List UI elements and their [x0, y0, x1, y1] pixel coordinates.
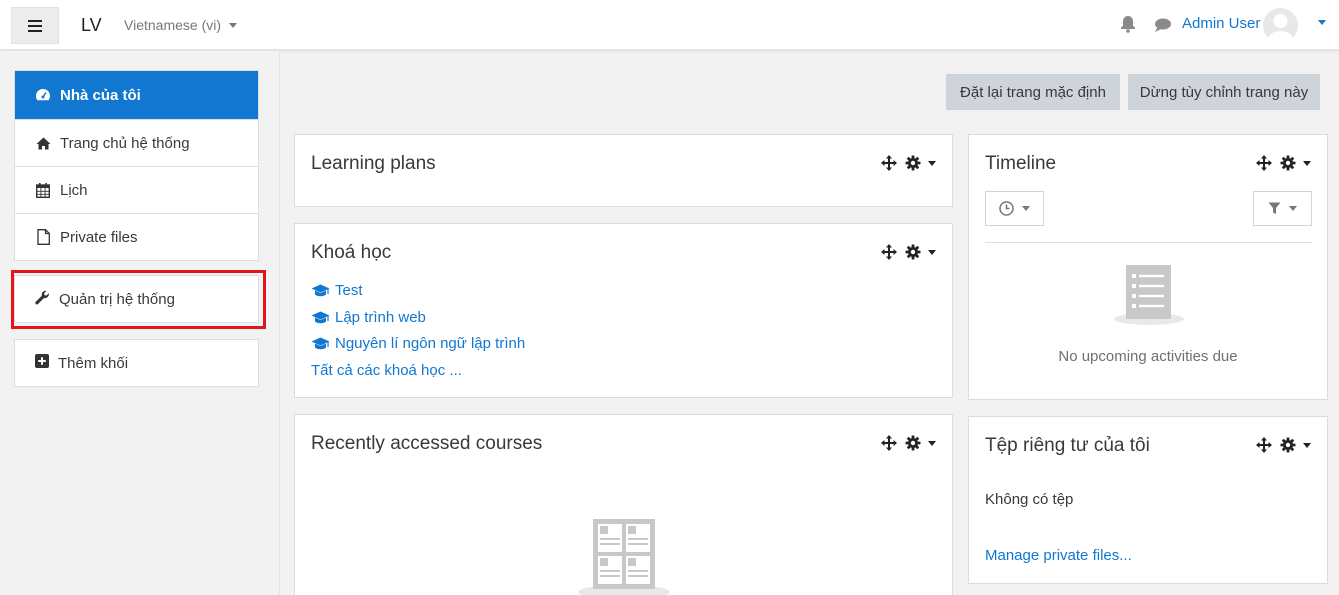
no-files-message: Không có tệp: [985, 491, 1074, 508]
divider: [985, 242, 1312, 243]
move-arrows-icon[interactable]: [881, 435, 897, 451]
block-actions-menu[interactable]: [1280, 437, 1311, 453]
nav-item-dashboard[interactable]: Nhà của tôi: [15, 71, 258, 119]
courses-block: Khoá học Test Lập trình web Nguyên lí ng…: [294, 223, 953, 398]
user-menu-chevron-down-icon[interactable]: [1318, 20, 1326, 25]
chevron-down-icon: [928, 160, 936, 166]
stop-customising-button[interactable]: Dừng tùy chỉnh trang này: [1128, 74, 1320, 110]
reset-page-default-button[interactable]: Đặt lại trang mặc định: [946, 74, 1120, 110]
private-files-block: Tệp riêng tư của tôi Không có tệp Manage…: [968, 416, 1328, 584]
plus-square-icon: [35, 354, 49, 372]
block-actions-menu[interactable]: [905, 155, 936, 171]
gear-icon: [905, 435, 921, 451]
block-actions-menu[interactable]: [905, 435, 936, 451]
block-title: Tệp riêng tư của tôi: [985, 435, 1150, 456]
block-controls: [881, 435, 936, 451]
timeline-empty-message: No upcoming activities due: [1058, 348, 1238, 365]
avatar[interactable]: [1263, 8, 1298, 43]
block-controls: [1256, 155, 1311, 171]
nav-item-label: Quản trị hệ thống: [59, 290, 175, 308]
messages-chat-icon[interactable]: [1154, 17, 1172, 37]
chevron-down-icon: [229, 22, 238, 28]
all-courses-link[interactable]: Tất cả các khoá học ...: [311, 362, 462, 379]
timeline-day-filter-dropdown[interactable]: [985, 191, 1044, 226]
move-arrows-icon[interactable]: [1256, 437, 1272, 453]
language-selector[interactable]: Vietnamese (vi): [124, 17, 238, 33]
nav-item-label: Nhà của tôi: [60, 86, 141, 104]
file-icon: [35, 229, 51, 245]
block-title: Khoá học: [311, 242, 392, 263]
nav-item-label: Private files: [60, 228, 138, 246]
course-link-label: Test: [335, 282, 363, 299]
dashboard-icon: [35, 88, 51, 102]
hamburger-icon-line: [28, 24, 42, 27]
nav-item-label: Lịch: [60, 181, 88, 199]
learning-plans-block: Learning plans: [294, 134, 953, 207]
calendar-icon: [35, 182, 51, 198]
gear-icon: [1280, 437, 1296, 453]
course-link[interactable]: Test: [311, 282, 363, 299]
chevron-down-icon: [1022, 206, 1030, 211]
block-title: Learning plans: [311, 153, 436, 174]
user-menu-name[interactable]: Admin User: [1182, 15, 1260, 32]
graduation-cap-icon: [311, 337, 330, 349]
graduation-cap-icon: [311, 284, 330, 296]
course-link[interactable]: Nguyên lí ngôn ngữ lập trình: [311, 335, 525, 352]
block-title: Timeline: [985, 153, 1057, 174]
notifications-bell-icon[interactable]: [1120, 15, 1136, 37]
site-brand[interactable]: LV: [81, 15, 102, 36]
language-label: Vietnamese (vi): [124, 17, 222, 33]
course-link-label: Lập trình web: [335, 309, 426, 326]
hamburger-icon-line: [28, 29, 42, 32]
recently-accessed-courses-block: Recently accessed courses: [294, 414, 953, 595]
chevron-down-icon: [928, 440, 936, 446]
course-link-label: Nguyên lí ngôn ngữ lập trình: [335, 335, 526, 352]
filter-icon: [1268, 202, 1281, 214]
move-arrows-icon[interactable]: [881, 155, 897, 171]
block-title: Recently accessed courses: [311, 433, 543, 454]
primary-nav: Nhà của tôi Trang chủ hệ thống Lịch Priv…: [14, 70, 259, 261]
move-arrows-icon[interactable]: [881, 244, 897, 260]
nav-item-add-block[interactable]: Thêm khối: [14, 339, 259, 387]
nav-item-label: Thêm khối: [58, 354, 129, 372]
nav-item-label: Trang chủ hệ thống: [60, 134, 190, 152]
top-navbar: LV Vietnamese (vi) Admin User: [0, 0, 1339, 50]
nav-item-site-admin[interactable]: Quản trị hệ thống: [14, 275, 259, 323]
chevron-down-icon: [1303, 442, 1311, 448]
chevron-down-icon: [928, 249, 936, 255]
wrench-icon: [35, 290, 50, 309]
chevron-down-icon: [1303, 160, 1311, 166]
course-link[interactable]: Lập trình web: [311, 309, 426, 326]
gear-icon: [1280, 155, 1296, 171]
nav-item-private-files[interactable]: Private files: [15, 213, 258, 260]
block-actions-menu[interactable]: [1280, 155, 1311, 171]
block-controls: [1256, 437, 1311, 453]
clock-icon: [999, 201, 1014, 216]
block-actions-menu[interactable]: [905, 244, 936, 260]
chevron-down-icon: [1289, 206, 1297, 211]
timeline-block: Timeline No upcoming activities due: [968, 134, 1328, 400]
gear-icon: [905, 155, 921, 171]
courses-empty-illustration-icon: [577, 519, 673, 595]
nav-drawer: Nhà của tôi Trang chủ hệ thống Lịch Priv…: [0, 51, 280, 595]
block-controls: [881, 155, 936, 171]
nav-item-site-home[interactable]: Trang chủ hệ thống: [15, 119, 258, 166]
move-arrows-icon[interactable]: [1256, 155, 1272, 171]
nav-item-calendar[interactable]: Lịch: [15, 166, 258, 213]
gear-icon: [905, 244, 921, 260]
block-controls: [881, 244, 936, 260]
hamburger-icon: [28, 19, 42, 22]
timeline-sort-filter-dropdown[interactable]: [1253, 191, 1312, 226]
manage-private-files-link[interactable]: Manage private files...: [985, 547, 1132, 564]
home-icon: [35, 137, 51, 150]
timeline-empty-illustration-icon: [1113, 265, 1185, 329]
graduation-cap-icon: [311, 311, 330, 323]
menu-toggle-button[interactable]: [11, 7, 59, 44]
